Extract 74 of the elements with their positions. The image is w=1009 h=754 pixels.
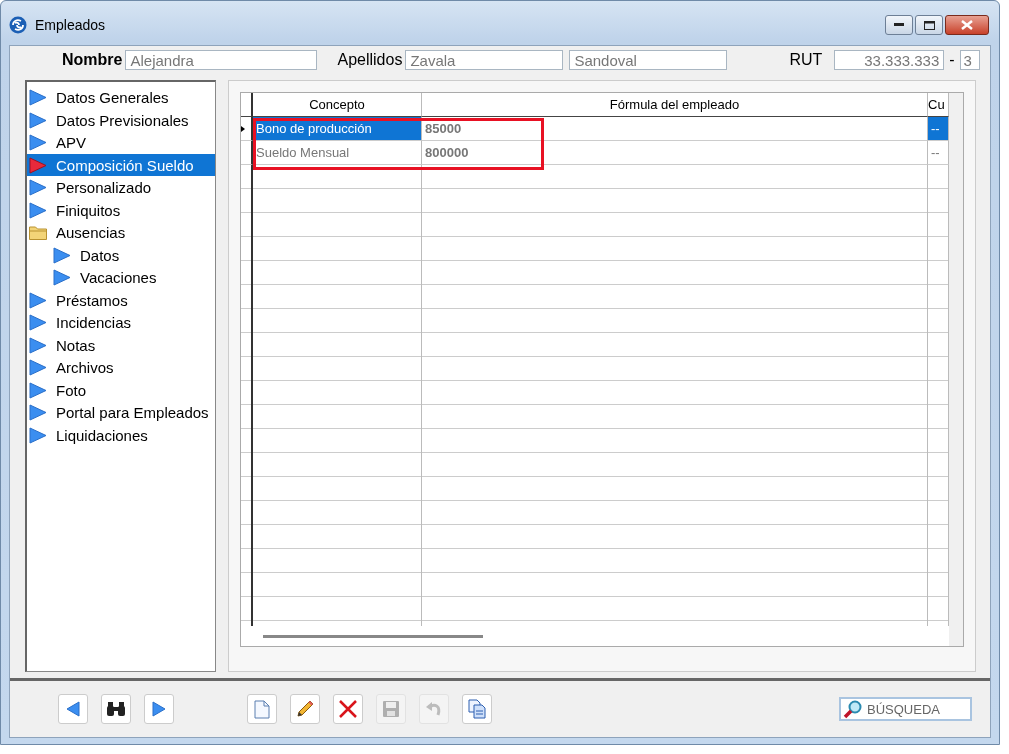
tree-item[interactable]: Portal para Empleados xyxy=(27,401,215,424)
tree-item[interactable]: Incidencias xyxy=(27,311,215,334)
field-label: Nombre xyxy=(62,51,123,70)
input-field[interactable]: 3 xyxy=(959,50,980,71)
find-button[interactable] xyxy=(101,694,131,724)
tree-item[interactable]: Finiquitos xyxy=(27,198,215,222)
triangle-arrow-icon xyxy=(29,426,47,444)
field-label: RUT xyxy=(789,51,823,70)
tree-item[interactable]: Personalizado xyxy=(27,176,215,199)
forward-triangle-icon xyxy=(150,700,168,718)
copy-pages-icon xyxy=(468,699,486,719)
next-button[interactable] xyxy=(144,694,174,724)
table-cell: Sueldo Mensual xyxy=(253,141,422,166)
triangle-arrow-icon xyxy=(29,381,47,399)
triangle-arrow-icon xyxy=(29,201,47,219)
tree-item[interactable]: Datos xyxy=(27,243,215,267)
app-logo-icon xyxy=(9,16,27,34)
edit-button[interactable] xyxy=(290,694,320,724)
tree-item[interactable]: Archivos xyxy=(27,356,215,379)
field-label: Apellidos xyxy=(337,51,403,70)
triangle-arrow-icon xyxy=(53,246,71,264)
x-mark-icon xyxy=(338,699,358,719)
copy-button[interactable] xyxy=(462,694,492,724)
tree-item[interactable]: Datos Previsionales xyxy=(27,108,215,132)
blank-page-icon xyxy=(254,699,270,719)
previous-button[interactable] xyxy=(58,694,88,724)
triangle-arrow-icon xyxy=(29,336,47,354)
triangle-arrow-icon xyxy=(29,134,47,152)
minimize-icon xyxy=(894,23,904,27)
triangle-arrow-icon xyxy=(29,111,47,129)
undo-arrow-icon xyxy=(425,700,443,718)
row-pointer-icon xyxy=(241,125,245,132)
folder-icon xyxy=(29,225,47,241)
triangle-arrow-icon xyxy=(53,269,71,287)
column-header[interactable]: Fórmula del empleado xyxy=(422,93,928,118)
triangle-arrow-icon xyxy=(29,359,47,377)
triangle-arrow-icon xyxy=(29,179,47,197)
triangle-arrow-icon xyxy=(29,156,47,174)
input-field[interactable]: Alejandra xyxy=(125,50,318,71)
table-cell: -- xyxy=(928,117,949,142)
restore-icon xyxy=(923,20,935,30)
tree-item[interactable]: Notas xyxy=(27,333,215,357)
maximize-button[interactable] xyxy=(915,15,943,35)
triangle-arrow-icon xyxy=(29,314,47,332)
tree-item[interactable]: Foto xyxy=(27,378,215,402)
search-field[interactable]: BÚSQUEDA xyxy=(839,697,972,721)
table-cell: 800000 xyxy=(422,141,928,166)
scrollbar-thumb[interactable] xyxy=(263,635,483,639)
triangle-arrow-icon xyxy=(29,404,47,422)
minimize-button[interactable] xyxy=(885,15,913,35)
triangle-arrow-icon xyxy=(29,291,47,309)
tree-item[interactable]: Vacaciones xyxy=(27,266,215,289)
tree-item[interactable]: APV xyxy=(27,131,215,154)
binoculars-icon xyxy=(106,701,126,717)
tree-item[interactable]: Préstamos xyxy=(27,288,215,312)
close-button[interactable] xyxy=(945,15,989,35)
tree-item[interactable]: Datos Generales xyxy=(27,86,215,109)
input-field[interactable]: 33.333.333 xyxy=(834,50,945,71)
table-cell: Bono de producción xyxy=(253,117,422,142)
close-icon xyxy=(961,20,973,30)
delete-button[interactable] xyxy=(333,694,363,724)
tree-item[interactable]: Liquidaciones xyxy=(27,423,215,447)
input-field[interactable]: Zavala xyxy=(405,50,564,71)
window-title: Empleados xyxy=(35,17,106,33)
triangle-arrow-icon xyxy=(29,89,47,107)
separator-text: - xyxy=(949,51,955,70)
input-field[interactable]: Sandoval xyxy=(569,50,728,71)
tree-item[interactable]: Composición Sueldo xyxy=(27,153,215,177)
tree-item[interactable]: Ausencias xyxy=(27,221,215,244)
table-cell: 85000 xyxy=(422,117,928,142)
pencil-icon xyxy=(295,699,315,719)
search-icon xyxy=(843,699,863,719)
back-triangle-icon xyxy=(64,700,82,718)
table-cell: -- xyxy=(928,141,949,166)
